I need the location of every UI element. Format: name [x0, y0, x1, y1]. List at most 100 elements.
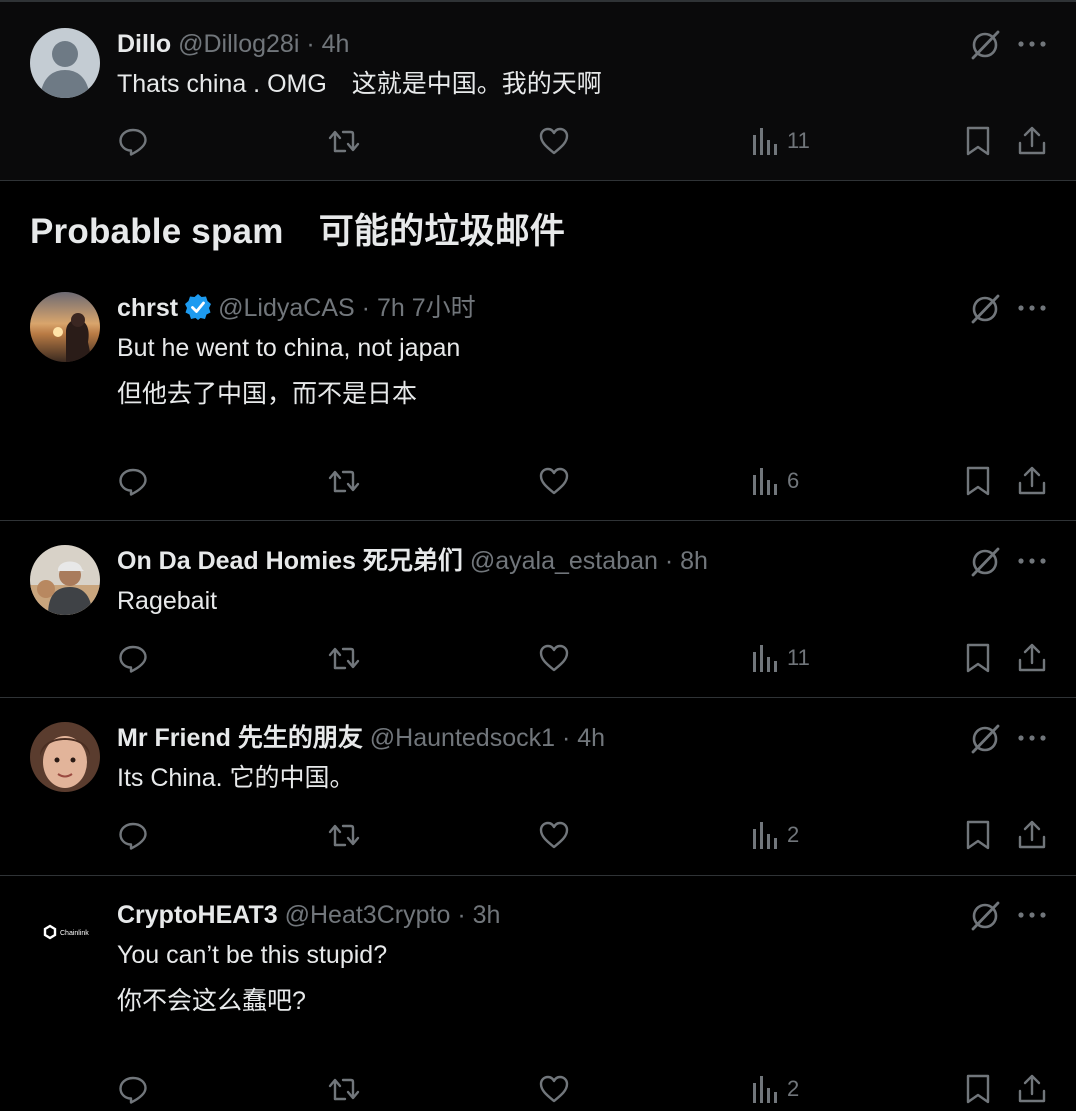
separator: ·: [457, 901, 466, 929]
grok-icon[interactable]: [968, 899, 1002, 933]
share-button[interactable]: [1016, 123, 1048, 159]
post-time[interactable]: 7h 7小时: [377, 294, 476, 322]
views-count: 2: [787, 822, 800, 847]
views-button[interactable]: 11: [751, 123, 810, 159]
display-name[interactable]: Dillo: [117, 30, 171, 58]
user-handle[interactable]: @ayala_estaban: [470, 547, 658, 575]
action-bar: 6: [0, 463, 1076, 499]
repost-icon: [328, 1078, 360, 1101]
avatar[interactable]: Chainlink: [30, 899, 100, 969]
user-handle[interactable]: @Hauntedsock1: [370, 724, 555, 752]
action-bar: 11: [0, 640, 1076, 676]
post-header: CryptoHEAT3 @Heat3Crypto · 3h: [117, 899, 500, 931]
repost-button[interactable]: [327, 123, 361, 159]
heart-icon: [539, 127, 569, 155]
post-header: On Da Dead Homies 死兄弟们 @ayala_estaban · …: [117, 545, 708, 577]
views-count: 2: [787, 1076, 800, 1101]
more-icon[interactable]: [1017, 733, 1047, 743]
bookmark-icon: [966, 466, 990, 496]
like-button[interactable]: [538, 640, 570, 676]
like-button[interactable]: [538, 123, 570, 159]
display-name[interactable]: On Da Dead Homies 死兄弟们: [117, 547, 463, 575]
post-header: chrst @LidyaCAS · 7h 7小时: [117, 292, 476, 324]
bookmark-button[interactable]: [963, 640, 993, 676]
views-button[interactable]: 6: [751, 463, 799, 499]
post-text: You can’t be this stupid?: [117, 941, 388, 969]
bookmark-button[interactable]: [963, 463, 993, 499]
avatar[interactable]: [30, 722, 100, 792]
repost-button[interactable]: [327, 817, 361, 853]
share-button[interactable]: [1016, 463, 1048, 499]
display-name[interactable]: chrst: [117, 294, 178, 322]
divider: [0, 875, 1076, 876]
views-chart-icon: [753, 468, 777, 495]
avatar[interactable]: [30, 545, 100, 615]
divider: [0, 180, 1076, 181]
section-title: Probable spam 可能的垃圾邮件: [30, 212, 566, 251]
heart-icon: [539, 1075, 569, 1103]
grok-icon[interactable]: [968, 722, 1002, 756]
grok-icon[interactable]: [968, 28, 1002, 62]
repost-button[interactable]: [327, 463, 361, 499]
views-button[interactable]: 11: [751, 640, 810, 676]
more-icon[interactable]: [1017, 39, 1047, 49]
views-chart-icon: [753, 1076, 777, 1103]
like-button[interactable]: [538, 1071, 570, 1107]
post-text: Its China. 它的中国。: [117, 764, 355, 792]
bookmark-button[interactable]: [963, 1071, 993, 1107]
reply-icon: [119, 645, 147, 673]
like-button[interactable]: [538, 463, 570, 499]
display-name[interactable]: CryptoHEAT3: [117, 901, 278, 929]
avatar[interactable]: [30, 28, 100, 98]
user-handle[interactable]: @LidyaCAS: [218, 294, 355, 322]
reply-button[interactable]: [117, 1071, 149, 1107]
separator: ·: [664, 547, 674, 575]
share-icon: [1018, 643, 1046, 672]
views-chart-icon: [753, 822, 777, 849]
bookmark-button[interactable]: [963, 817, 993, 853]
action-bar: 11: [0, 123, 1076, 159]
post-time[interactable]: 4h: [577, 724, 605, 752]
repost-icon: [328, 824, 360, 847]
user-handle[interactable]: @Heat3Crypto: [285, 901, 451, 929]
views-button[interactable]: 2: [751, 817, 799, 853]
divider: [0, 520, 1076, 521]
post-text: Thats china . OMG 这就是中国。我的天啊: [117, 70, 602, 98]
bookmark-icon: [966, 820, 990, 850]
heart-icon: [539, 467, 569, 495]
share-button[interactable]: [1016, 1071, 1048, 1107]
grok-icon[interactable]: [968, 545, 1002, 579]
reply-icon: [119, 822, 147, 850]
reply-button[interactable]: [117, 817, 149, 853]
display-name[interactable]: Mr Friend 先生的朋友: [117, 724, 363, 752]
views-button[interactable]: 2: [751, 1071, 799, 1107]
reply-button[interactable]: [117, 463, 149, 499]
reply-icon: [119, 128, 147, 156]
post-time[interactable]: 4h: [322, 30, 350, 58]
share-button[interactable]: [1016, 640, 1048, 676]
post-time[interactable]: 8h: [680, 547, 708, 575]
like-button[interactable]: [538, 817, 570, 853]
bookmark-button[interactable]: [963, 123, 993, 159]
heart-icon: [539, 644, 569, 672]
share-icon: [1018, 126, 1046, 155]
repost-icon: [328, 470, 360, 493]
views-chart-icon: [753, 128, 777, 155]
views-count: 6: [787, 468, 800, 493]
more-icon[interactable]: [1017, 556, 1047, 566]
more-icon[interactable]: [1017, 910, 1047, 920]
reply-button[interactable]: [117, 123, 149, 159]
avatar[interactable]: [30, 292, 100, 362]
views-chart-icon: [753, 645, 777, 672]
post-time[interactable]: 3h: [473, 901, 501, 929]
heart-icon: [539, 821, 569, 849]
reply-button[interactable]: [117, 640, 149, 676]
share-button[interactable]: [1016, 817, 1048, 853]
repost-button[interactable]: [327, 640, 361, 676]
bookmark-icon: [966, 643, 990, 673]
more-icon[interactable]: [1017, 303, 1047, 313]
grok-icon[interactable]: [968, 292, 1002, 326]
repost-button[interactable]: [327, 1071, 361, 1107]
post-text: But he went to china, not japan: [117, 334, 461, 362]
user-handle[interactable]: @Dillog28i: [178, 30, 299, 58]
